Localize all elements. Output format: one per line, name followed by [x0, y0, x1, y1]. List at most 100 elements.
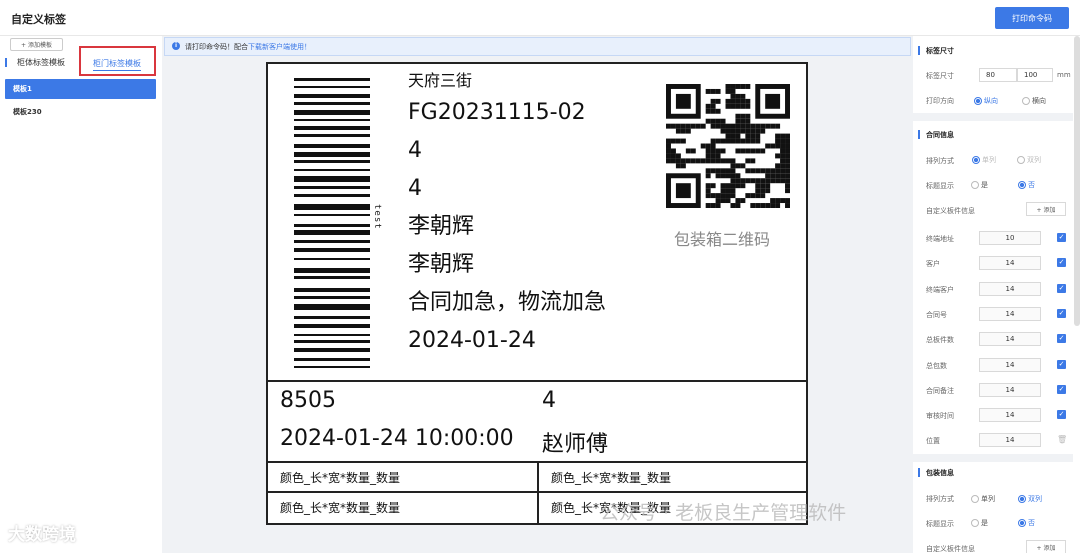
qr-module: [670, 153, 676, 159]
download-client-link[interactable]: 下载新客户端使用！: [248, 43, 311, 51]
panel-scrollbar[interactable]: [1074, 36, 1080, 326]
field-enabled-checkbox[interactable]: ✓: [1057, 385, 1066, 394]
field-font-size-input[interactable]: 14: [979, 433, 1041, 447]
pack-add-custom-field-button[interactable]: + 添加: [1026, 540, 1066, 553]
qr-module: [675, 128, 681, 134]
field-enabled-checkbox[interactable]: ✓: [1057, 309, 1066, 318]
field-font-size-input[interactable]: 14: [979, 256, 1041, 270]
qr-module: [670, 123, 676, 129]
template-sidebar: + 添加模板 柜体标签模板 柜门标签模板 模板1 模板230: [0, 36, 162, 553]
add-template-button[interactable]: + 添加模板: [10, 38, 63, 51]
tab-cabinet-door[interactable]: 柜门标签模板: [93, 58, 141, 71]
qr-module: [755, 178, 761, 184]
qr-module: [725, 88, 731, 94]
direction-landscape-radio[interactable]: 横向: [1022, 96, 1046, 106]
qr-module: [725, 193, 731, 199]
barcode-bar: [294, 94, 370, 98]
label-line-customer: 李朝辉: [408, 214, 475, 239]
field-enabled-checkbox[interactable]: ✓: [1057, 360, 1066, 369]
trash-icon[interactable]: 🗑: [1057, 435, 1067, 444]
qr-module: [705, 193, 711, 199]
qr-module: [675, 183, 691, 199]
qr-module: [755, 128, 761, 134]
qr-module: [755, 138, 761, 144]
qr-module: [785, 143, 790, 149]
pack-title-yes-radio[interactable]: 是: [971, 518, 988, 528]
add-custom-field-button[interactable]: + 添加: [1026, 202, 1066, 216]
template-item[interactable]: 模板1: [5, 79, 156, 99]
direction-portrait-radio[interactable]: 纵向: [974, 96, 998, 106]
qr-module: [780, 143, 786, 149]
qr-module: [745, 113, 751, 119]
label-height-input[interactable]: 100: [1017, 68, 1053, 82]
qr-module: [770, 123, 776, 129]
field-enabled-checkbox[interactable]: ✓: [1057, 258, 1066, 267]
qr-module: [745, 193, 751, 199]
qr-module: [735, 163, 741, 169]
qr-module: [725, 123, 731, 129]
field-font-size-input[interactable]: 14: [979, 332, 1041, 346]
qr-module: [755, 193, 761, 199]
qr-module: [666, 143, 671, 149]
pack-arrange-single-radio[interactable]: 单列: [971, 494, 995, 504]
qr-module: [675, 123, 681, 129]
qr-module: [730, 88, 736, 94]
arrange-single-radio[interactable]: 单列: [972, 155, 996, 165]
qr-module: [725, 158, 731, 164]
qr-module: [740, 98, 746, 104]
qr-module: [735, 113, 741, 119]
pack-title-no-radio[interactable]: 否: [1018, 518, 1035, 528]
qr-module: [720, 193, 726, 199]
section-divider: [913, 454, 1073, 462]
notice-message: 请打印命令码！配合: [185, 43, 248, 51]
qr-module: [710, 153, 716, 159]
section-divider: [913, 113, 1073, 121]
watermark-left: 大数跨境: [8, 525, 76, 545]
arrange-double-radio[interactable]: 双列: [1017, 155, 1041, 165]
field-font-size-input[interactable]: 14: [979, 383, 1041, 397]
qr-module: [730, 188, 736, 194]
qr-module: [680, 123, 686, 129]
qr-module: [755, 148, 761, 154]
qr-module: [715, 88, 721, 94]
qr-module: [725, 84, 731, 89]
title-yes-radio[interactable]: 是: [971, 180, 988, 190]
field-enabled-checkbox[interactable]: ✓: [1057, 334, 1066, 343]
qr-module: [760, 203, 766, 208]
qr-module: [740, 118, 746, 124]
qr-module: [745, 133, 751, 139]
qr-module: [730, 183, 736, 189]
label-width-input[interactable]: 80: [979, 68, 1017, 82]
barcode-bar: [294, 304, 370, 310]
qr-module: [785, 168, 790, 174]
qr-module: [675, 163, 681, 169]
label-line-contract-no: FG20231115-02: [408, 100, 586, 125]
qr-module: [750, 138, 756, 144]
label-line-address: 天府三街: [408, 71, 473, 90]
pack-custom-parts-label: 自定义板件信息: [926, 545, 975, 553]
field-enabled-checkbox[interactable]: ✓: [1057, 284, 1066, 293]
qr-module: [705, 103, 711, 109]
field-font-size-input[interactable]: 14: [979, 307, 1041, 321]
qr-module: [730, 138, 736, 144]
qr-module: [760, 178, 766, 184]
qr-module: [750, 148, 756, 154]
field-enabled-checkbox[interactable]: ✓: [1057, 410, 1066, 419]
qr-module: [705, 118, 711, 124]
template-item[interactable]: 模板230: [5, 102, 156, 122]
field-enabled-checkbox[interactable]: ✓: [1057, 233, 1066, 242]
pack-arrange-double-radio[interactable]: 双列: [1018, 494, 1042, 504]
tab-cabinet-body[interactable]: 柜体标签模板: [5, 57, 65, 68]
barcode-bar: [294, 366, 370, 368]
field-font-size-input[interactable]: 14: [979, 282, 1041, 296]
field-font-size-input[interactable]: 14: [979, 408, 1041, 422]
field-font-size-input[interactable]: 10: [979, 231, 1041, 245]
field-font-size-input[interactable]: 14: [979, 358, 1041, 372]
tab-cabinet-door-highlight[interactable]: 柜门标签模板: [79, 46, 156, 76]
title-no-radio[interactable]: 否: [1018, 180, 1035, 190]
qr-module: [765, 188, 771, 194]
barcode-bar: [294, 358, 370, 361]
qr-module: [730, 93, 736, 99]
label-cell-count: 4: [542, 388, 556, 413]
print-command-button[interactable]: 打印命令码: [995, 7, 1069, 29]
